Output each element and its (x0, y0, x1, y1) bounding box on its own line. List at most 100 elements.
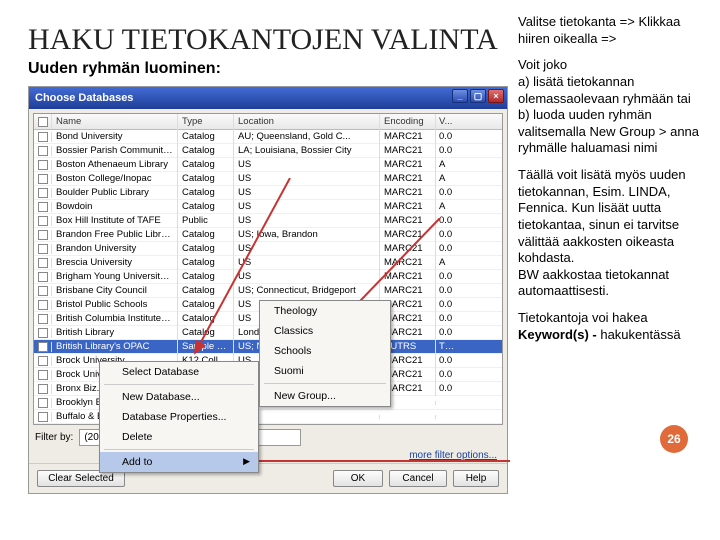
table-row[interactable]: Bossier Parish Community CollegeCatalogL… (34, 144, 502, 158)
cell-version: 0.0 (436, 213, 456, 228)
menu-item[interactable]: Delete (100, 427, 258, 447)
help-button[interactable]: Help (453, 470, 499, 487)
cell-location: US; Iowa, Brandon (234, 227, 380, 242)
menu-item[interactable]: New Database... (100, 387, 258, 407)
row-checkbox[interactable] (34, 272, 52, 282)
row-checkbox[interactable] (34, 356, 52, 366)
page-title: HAKU TIETOKANTOJEN VALINTA (28, 24, 508, 56)
cell-version: TB.8 (436, 339, 456, 354)
col-encoding[interactable]: Encoding (380, 114, 436, 129)
table-row[interactable]: Boston College/InopacCatalogUSMARC21A (34, 172, 502, 186)
table-row[interactable]: Brandon Free Public LibraryCatalogUS; Io… (34, 228, 502, 242)
cell-version: 0.0 (436, 325, 456, 340)
cell-version: 0.0 (436, 381, 456, 396)
row-checkbox[interactable] (34, 342, 52, 352)
row-checkbox[interactable] (34, 370, 52, 380)
row-checkbox[interactable] (34, 286, 52, 296)
cell-name: Brandon Free Public Library (52, 227, 178, 242)
row-checkbox[interactable] (34, 258, 52, 268)
cell-version: A (436, 171, 456, 186)
cancel-button[interactable]: Cancel (389, 470, 447, 487)
cell-type: Catalog (178, 143, 234, 158)
table-row[interactable]: Boulder Public LibraryCatalogUSMARC210.0 (34, 186, 502, 200)
minimize-icon[interactable]: _ (452, 89, 468, 103)
col-ver[interactable]: V... (436, 114, 456, 129)
cell-type: Catalog (178, 171, 234, 186)
table-row[interactable]: BowdoinCatalogUSMARC21A (34, 200, 502, 214)
side-paragraph: Voit joko a) lisätä tietokannan olemassa… (518, 57, 714, 157)
row-checkbox[interactable] (34, 300, 52, 310)
context-submenu[interactable]: TheologyClassicsSchoolsSuomi New Group... (259, 300, 391, 407)
chevron-right-icon: ▶ (243, 456, 250, 467)
cell-name: Boston College/Inopac (52, 171, 178, 186)
cell-version: 0.0 (436, 367, 456, 382)
cell-type: Public (178, 213, 234, 228)
cell-location: AU; Queensland, Gold C... (234, 129, 380, 144)
table-row[interactable]: Bond UniversityCatalogAU; Queensland, Go… (34, 130, 502, 144)
row-checkbox[interactable] (34, 244, 52, 254)
cell-location: US (234, 199, 380, 214)
menu-item[interactable]: Suomi (260, 361, 390, 381)
cell-type: Catalog (178, 241, 234, 256)
row-checkbox[interactable] (34, 188, 52, 198)
row-checkbox[interactable] (34, 398, 52, 408)
checkbox-col-header (34, 114, 52, 129)
col-location[interactable]: Location (234, 114, 380, 129)
menu-item[interactable]: Theology (260, 301, 390, 321)
cell-encoding: MARC21 (380, 227, 436, 242)
table-row[interactable]: Brescia UniversityCatalogUSMARC21A (34, 256, 502, 270)
row-checkbox[interactable] (34, 314, 52, 324)
cell-encoding (380, 415, 436, 419)
cell-type: Catalog (178, 157, 234, 172)
cell-type: Catalog (178, 199, 234, 214)
row-checkbox[interactable] (34, 132, 52, 142)
table-row[interactable]: Brisbane City CouncilCatalogUS; Connecti… (34, 284, 502, 298)
col-name[interactable]: Name (52, 114, 178, 129)
window-titlebar[interactable]: Choose Databases _ ▢ × (29, 87, 507, 109)
row-checkbox[interactable] (34, 146, 52, 156)
close-icon[interactable]: × (488, 89, 504, 103)
cell-location: US (234, 171, 380, 186)
row-checkbox[interactable] (34, 384, 52, 394)
cell-version: 0.0 (436, 143, 456, 158)
menu-item[interactable]: Add to▶ (100, 452, 258, 472)
menu-item[interactable]: Database Properties... (100, 407, 258, 427)
cell-name: British Library's OPAC (52, 339, 178, 354)
cell-encoding: MARC21 (380, 269, 436, 284)
row-checkbox[interactable] (34, 202, 52, 212)
cell-location: US (234, 269, 380, 284)
table-row[interactable]: Brandon UniversityCatalogUSMARC210.0 (34, 242, 502, 256)
cell-encoding: MARC21 (380, 283, 436, 298)
cell-encoding: MARC21 (380, 241, 436, 256)
table-row[interactable]: Brigham Young University - HawaiiCatalog… (34, 270, 502, 284)
cell-type: Catalog (178, 269, 234, 284)
cell-encoding: MARC21 (380, 255, 436, 270)
table-row[interactable]: Boston Athenaeum LibraryCatalogUSMARC21A (34, 158, 502, 172)
row-checkbox[interactable] (34, 160, 52, 170)
cell-version: 0.0 (436, 241, 456, 256)
context-menu[interactable]: Select Database New Database...Database P… (99, 361, 259, 473)
cell-encoding: MARC21 (380, 129, 436, 144)
cell-version: 0.0 (436, 227, 456, 242)
row-checkbox[interactable] (34, 174, 52, 184)
choose-databases-window: Choose Databases _ ▢ × Name Type Locatio… (28, 86, 508, 494)
cell-version: 0.0 (436, 283, 456, 298)
cell-name: British Library (52, 325, 178, 340)
cell-encoding: MARC21 (380, 157, 436, 172)
cell-version: 0.0 (436, 311, 456, 326)
menu-item[interactable]: Schools (260, 341, 390, 361)
cell-location: US (234, 185, 380, 200)
table-row[interactable]: Box Hill Institute of TAFEPublicUSMARC21… (34, 214, 502, 228)
row-checkbox[interactable] (34, 412, 52, 422)
grid-header: Name Type Location Encoding V... (34, 114, 502, 130)
col-type[interactable]: Type (178, 114, 234, 129)
ok-button[interactable]: OK (333, 470, 383, 487)
cell-location: US (234, 157, 380, 172)
maximize-icon[interactable]: ▢ (470, 89, 486, 103)
row-checkbox[interactable] (34, 216, 52, 226)
menu-item[interactable]: Select Database (100, 362, 258, 382)
menu-item[interactable]: Classics (260, 321, 390, 341)
row-checkbox[interactable] (34, 230, 52, 240)
row-checkbox[interactable] (34, 328, 52, 338)
menu-item[interactable]: New Group... (260, 386, 390, 406)
